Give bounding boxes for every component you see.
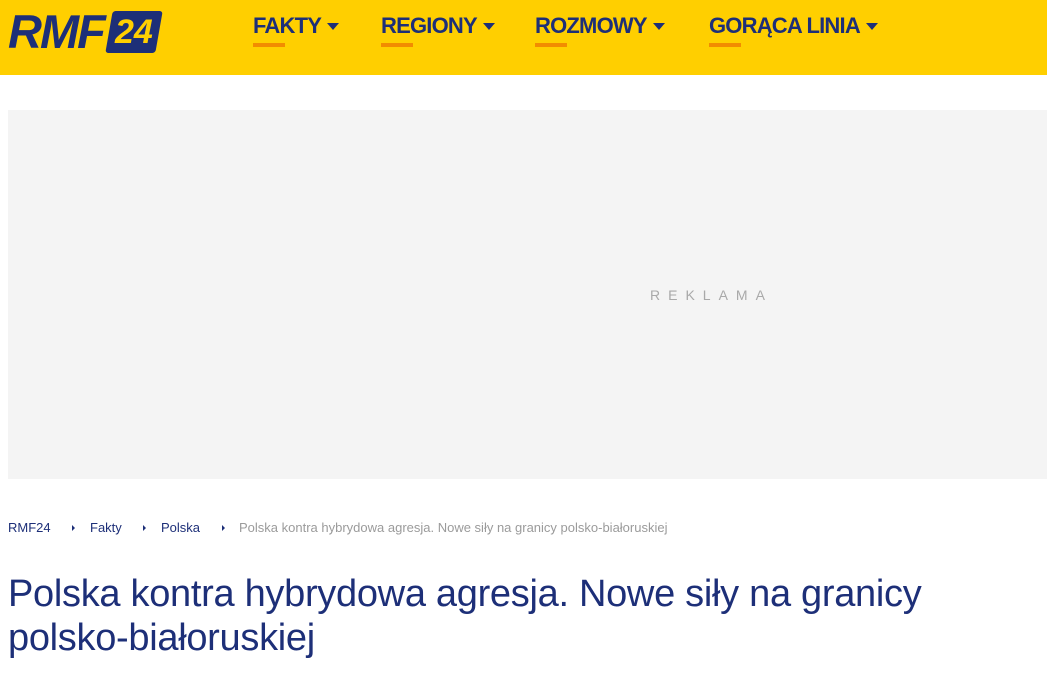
nav-item-fakty[interactable]: FAKTY: [253, 12, 340, 52]
rmf24-logo[interactable]: RMF 24: [8, 5, 163, 58]
ad-label: REKLAMA: [650, 287, 773, 303]
breadcrumb-separator-icon: [222, 525, 225, 531]
caret-down-icon: [482, 23, 495, 30]
caret-down-icon: [327, 23, 340, 30]
logo-badge-text: 24: [114, 13, 153, 51]
caret-down-icon: [865, 23, 878, 30]
nav-item-rozmowy[interactable]: ROZMOWY: [535, 12, 665, 52]
ad-placeholder: [8, 110, 1047, 479]
logo-badge: 24: [105, 11, 163, 53]
breadcrumb-item-rmf24[interactable]: RMF24: [8, 519, 51, 537]
nav-label: ROZMOWY: [535, 13, 648, 47]
breadcrumb-item-current: Polska kontra hybrydowa agresja. Nowe si…: [239, 520, 668, 535]
article-title: Polska kontra hybrydowa agresja. Nowe si…: [8, 573, 922, 659]
breadcrumb-separator-icon: [72, 525, 75, 531]
caret-down-icon: [652, 23, 665, 30]
nav-label: REGIONY: [381, 13, 478, 47]
nav-label: GORĄCA LINIA: [709, 13, 861, 47]
breadcrumb-item-fakty[interactable]: Fakty: [90, 519, 122, 537]
nav-item-regiony[interactable]: REGIONY: [381, 12, 495, 52]
site-header: RMF 24 FAKTY REGIONY ROZMOWY GORĄCA LINI…: [0, 0, 1047, 75]
nav-label: FAKTY: [253, 13, 322, 47]
breadcrumb-item-polska[interactable]: Polska: [161, 519, 200, 537]
nav-item-goraca-linia[interactable]: GORĄCA LINIA: [709, 12, 878, 52]
logo-text: RMF: [8, 5, 106, 58]
breadcrumb-separator-icon: [143, 525, 146, 531]
